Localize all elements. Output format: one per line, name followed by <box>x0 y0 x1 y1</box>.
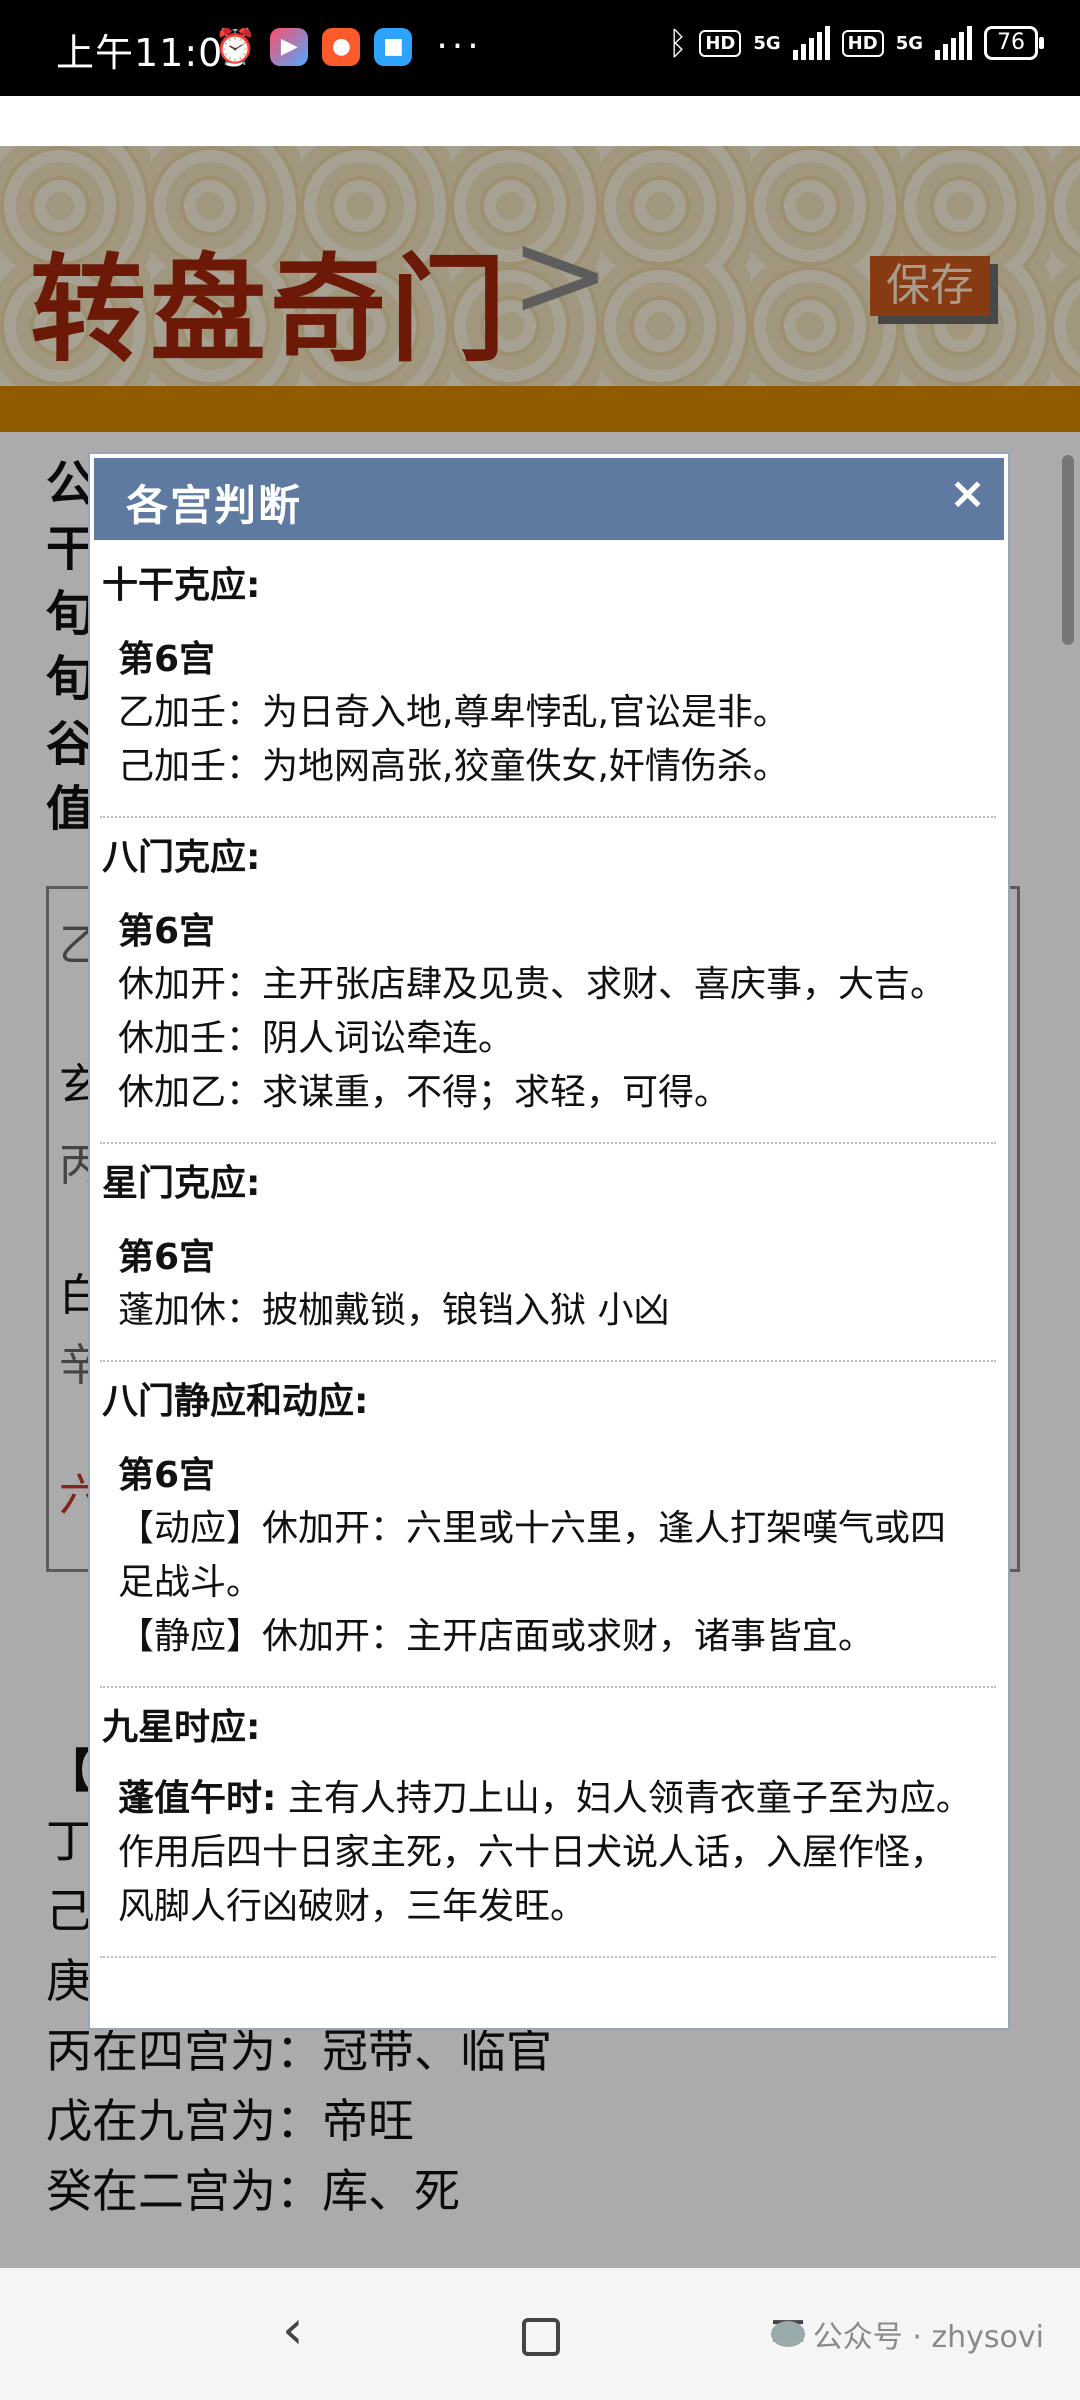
response-line: 蓬值午时: 主有人持刀上山，妇人领青衣童子至为应。作用后四十日家主死，六十日犬说… <box>100 1772 996 1934</box>
section-stem-response: 十干克应: 第6宫 乙加壬：为日奇入地,尊卑悖乱,官讼是非。 己加壬：为地网高张… <box>100 546 996 818</box>
app-store-icon: ● <box>322 27 361 66</box>
signal-icon-2 <box>935 26 972 60</box>
signal-icon-1 <box>792 26 830 60</box>
response-line: 休加壬：阴人词讼牵连。 <box>118 1018 515 1059</box>
hd-badge-2: HD <box>841 29 884 57</box>
status-bar: 上午11:03 ⏰ ▶ ● ■ ··· ᛒ HD 5G HD 5G 76 <box>0 0 1080 96</box>
dialog-body: 十干克应: 第6宫 乙加壬：为日奇入地,尊卑悖乱,官讼是非。 己加壬：为地网高张… <box>100 546 996 1958</box>
dialog-header: 各宫判断 × <box>94 458 1004 540</box>
section-title: 星门克应: <box>102 1163 261 1204</box>
section-door-static-dynamic: 八门静应和动应: 第6宫 【动应】休加开：六里或十六里，逢人打架嘆气或四足战斗。… <box>100 1362 996 1688</box>
bluetooth-icon: ᛒ <box>668 24 688 62</box>
section-title: 十干克应: <box>102 565 261 606</box>
response-line: 【静应】休加开：主开店面或求财，诸事皆宜。 <box>118 1616 875 1657</box>
response-line: 乙加壬：为日奇入地,尊卑悖乱,官讼是非。 <box>118 692 789 733</box>
close-icon[interactable]: × <box>949 468 986 519</box>
status-right: ᛒ HD 5G HD 5G 76 <box>668 24 1044 62</box>
section-star-door-response: 星门克应: 第6宫 蓬加休：披枷戴锁，锒铛入狱 小凶 <box>100 1144 996 1362</box>
palace-label: 第6宫 <box>118 639 216 680</box>
response-prefix: 蓬值午时: <box>118 1778 277 1819</box>
response-line: 休加乙：求谋重，不得；求轻，可得。 <box>118 1072 731 1113</box>
notification-icons: ⏰ ▶ ● ■ ··· <box>214 26 483 67</box>
navigation-bar: ‹ ≡ 公众号 · zhysovi <box>0 2268 1080 2400</box>
wechat-icon <box>770 2321 805 2347</box>
section-star-time-response: 九星时应: 蓬值午时: 主有人持刀上山，妇人领青衣童子至为应。作用后四十日家主死… <box>100 1688 996 1958</box>
more-notifications-icon: ··· <box>436 26 483 67</box>
palace-label: 第6宫 <box>118 1237 216 1278</box>
page-scrollbar[interactable] <box>1062 455 1074 645</box>
network-type-1: 5G <box>753 32 781 54</box>
response-line: 己加壬：为地网高张,狡童佚女,奸情伤杀。 <box>118 746 789 787</box>
network-type-2: 5G <box>895 32 923 54</box>
response-line: 休加开：主开张店肆及见贵、求财、喜庆事，大吉。 <box>118 964 947 1005</box>
watermark: 公众号 · zhysovi <box>770 2312 1044 2356</box>
palace-label: 第6宫 <box>118 1455 216 1496</box>
message-app-icon: ■ <box>374 27 413 66</box>
dialog-title: 各宫判断 <box>126 481 303 530</box>
alarm-icon: ⏰ <box>214 26 257 67</box>
section-door-response: 八门克应: 第6宫 休加开：主开张店肆及见贵、求财、喜庆事，大吉。 休加壬：阴人… <box>100 818 996 1144</box>
section-title: 九星时应: <box>102 1707 261 1748</box>
home-icon[interactable] <box>522 2318 560 2356</box>
watermark-text: 公众号 · zhysovi <box>812 2320 1044 2355</box>
palace-judgement-dialog: 各宫判断 × 十干克应: 第6宫 乙加壬：为日奇入地,尊卑悖乱,官讼是非。 己加… <box>88 452 1010 2030</box>
palace-label: 第6宫 <box>118 911 216 952</box>
response-line: 蓬加休：披枷戴锁，锒铛入狱 小凶 <box>118 1290 670 1331</box>
battery-icon: 76 <box>984 26 1044 60</box>
hd-badge-1: HD <box>699 29 742 57</box>
section-title: 八门克应: <box>102 837 261 878</box>
video-app-icon: ▶ <box>270 27 309 66</box>
back-icon[interactable]: ‹ <box>282 2298 304 2361</box>
response-line: 【动应】休加开：六里或十六里，逢人打架嘆气或四足战斗。 <box>118 1508 947 1603</box>
section-title: 八门静应和动应: <box>102 1381 369 1422</box>
